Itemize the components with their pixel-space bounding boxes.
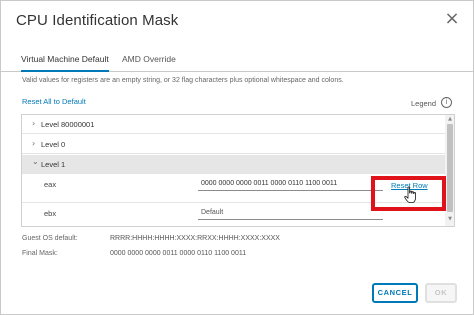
tab-virtual-machine-default[interactable]: Virtual Machine Default: [21, 52, 109, 72]
final-mask-label: Final Mask:: [22, 250, 58, 257]
tree-row-level-1[interactable]: ⌄ Level 1: [22, 155, 445, 174]
final-mask: Final Mask: 0000 0000 0000 0011 0000 011…: [22, 250, 246, 257]
info-text: Valid values for registers are an empty …: [22, 77, 344, 84]
info-icon[interactable]: i: [441, 97, 452, 108]
tree-row-label: Level 80000001: [41, 120, 95, 129]
hand-cursor-icon: [404, 186, 416, 203]
tree-row-label: Level 0: [41, 140, 66, 149]
reset-all-link[interactable]: Reset All to Default: [22, 97, 86, 106]
scroll-down-arrow-icon[interactable]: ▼: [445, 216, 454, 222]
cancel-button[interactable]: CANCEL: [372, 283, 418, 303]
tree-row-level-0[interactable]: › Level 0: [22, 135, 445, 154]
tab-amd-override[interactable]: AMD Override: [122, 52, 176, 72]
tab-bar: Virtual Machine Default AMD Override: [1, 52, 474, 72]
chevron-down-icon[interactable]: ⌄: [32, 157, 39, 166]
final-mask-value: 0000 0000 0000 0011 0000 0110 1100 0011: [110, 250, 247, 257]
cpu-id-mask-dialog: CPU Identification Mask × Virtual Machin…: [0, 0, 474, 315]
ebx-value-field[interactable]: Default: [198, 208, 383, 220]
eax-value-field[interactable]: 0000 0000 0000 0011 0000 0110 1100 0011: [198, 179, 383, 191]
scrollbar-thumb[interactable]: [447, 124, 453, 212]
chevron-right-icon[interactable]: ›: [32, 119, 35, 128]
guest-os-default-value: RRRR:HHHH:HHHH:XXXX:RRXX:HHHH:XXXX:XXXX: [110, 235, 280, 242]
tree-row-level-80000001[interactable]: › Level 80000001: [22, 115, 445, 134]
legend-label: Legend: [411, 99, 437, 108]
register-name: eax: [44, 180, 57, 189]
vertical-scrollbar[interactable]: ▲ ▼: [445, 115, 454, 226]
register-name: ebx: [44, 209, 57, 218]
dialog-title: CPU Identification Mask: [16, 12, 179, 29]
chevron-right-icon[interactable]: ›: [32, 139, 35, 148]
scroll-up-arrow-icon[interactable]: ▲: [445, 116, 454, 122]
guest-os-default-label: Guest OS default:: [22, 235, 78, 242]
close-icon[interactable]: ×: [443, 10, 461, 29]
guest-os-default: Guest OS default: RRRR:HHHH:HHHH:XXXX:RR…: [22, 235, 280, 242]
tree-row-label: Level 1: [41, 160, 66, 169]
ok-button[interactable]: OK: [425, 283, 457, 303]
